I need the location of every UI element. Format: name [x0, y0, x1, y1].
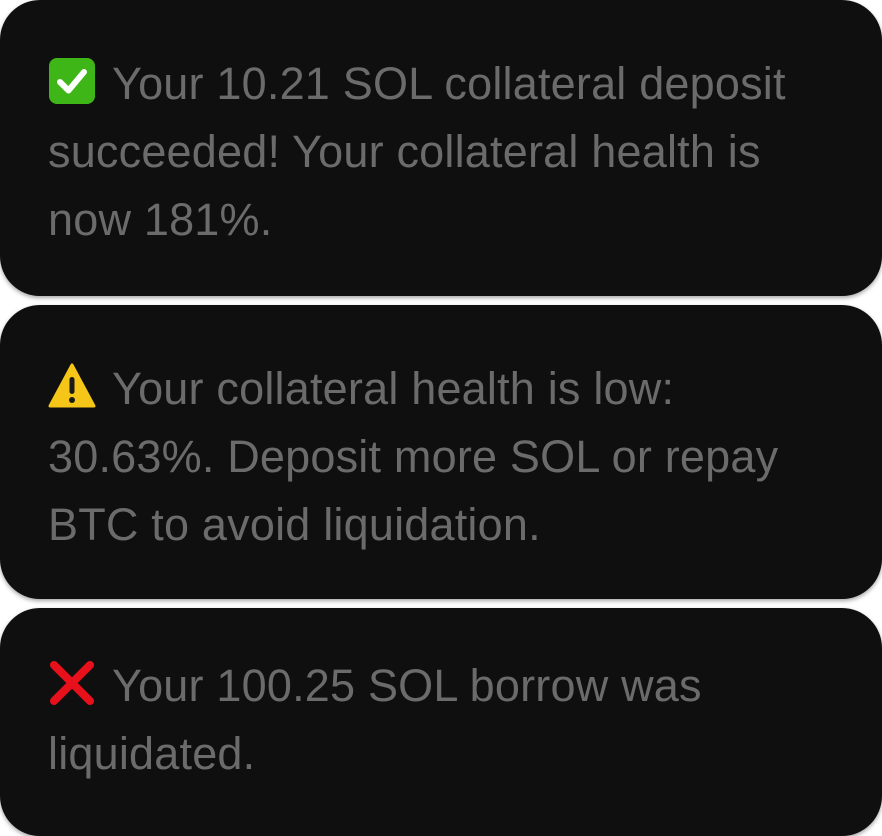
notification-error-text: Your 100.25 SOL borrow was liquidated.: [48, 660, 702, 779]
notification-stack: Your 10.21 SOL collateral deposit succee…: [0, 0, 882, 836]
warning-sign-icon: [48, 362, 96, 410]
notification-success[interactable]: Your 10.21 SOL collateral deposit succee…: [0, 0, 882, 296]
notification-success-text: Your 10.21 SOL collateral deposit succee…: [48, 58, 786, 245]
cross-mark-icon: [48, 659, 96, 707]
check-mark-button-icon: [48, 57, 96, 105]
notification-warning[interactable]: Your collateral health is low: 30.63%. D…: [0, 305, 882, 599]
notification-warning-text: Your collateral health is low: 30.63%. D…: [48, 363, 779, 550]
notification-error[interactable]: Your 100.25 SOL borrow was liquidated.: [0, 608, 882, 836]
